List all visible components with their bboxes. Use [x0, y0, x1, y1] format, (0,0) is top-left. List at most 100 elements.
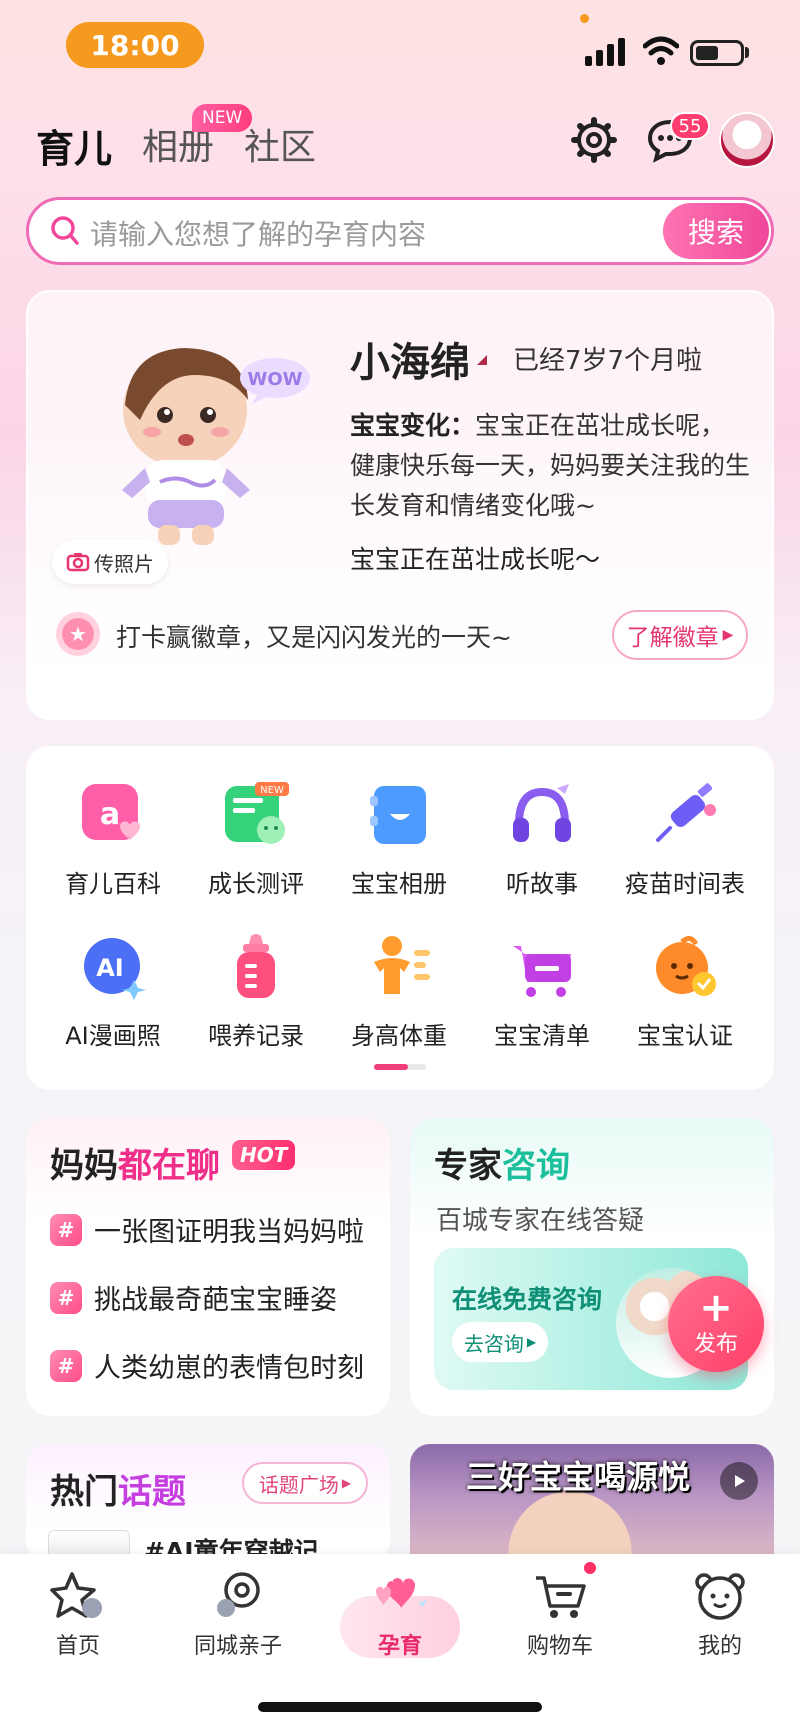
chat-topic-item[interactable]: # 挑战最奇葩宝宝睡姿 — [50, 1278, 337, 1317]
play-button[interactable] — [720, 1462, 758, 1500]
expert-subtitle: 百城专家在线答疑 — [436, 1206, 645, 1236]
topic-square-button[interactable]: 话题广场 ▶ — [242, 1462, 368, 1504]
privacy-indicator-dot — [580, 14, 589, 23]
mama-chat-title: 妈妈都在聊 — [50, 1146, 220, 1186]
feature-vaccine-schedule[interactable]: 疫苗时间表 — [615, 780, 755, 899]
message-count-badge: 55 — [670, 112, 710, 140]
nav-label: 我的 — [697, 1634, 742, 1659]
baby-status-text: 宝宝正在茁壮成长呢～ — [350, 545, 601, 574]
user-avatar[interactable] — [719, 112, 775, 168]
encyclopedia-icon: a — [82, 784, 140, 840]
chat-topic-item[interactable]: # 一张图证明我当妈妈啦 — [50, 1210, 364, 1249]
feature-baby-list[interactable]: 宝宝清单 — [472, 932, 612, 1051]
tab-parenting[interactable]: 育儿 — [36, 118, 112, 173]
headphones-icon — [513, 784, 571, 842]
baby-change-text: 宝宝变化：宝宝正在茁壮成长呢，健康快乐每一天，妈妈要关注我的生长发育和情绪变化哦… — [350, 406, 750, 526]
growth-assessment-icon: NEW — [225, 782, 289, 844]
home-star-icon — [50, 1572, 102, 1618]
publish-label: 发布 — [693, 1332, 738, 1357]
play-icon — [735, 1475, 745, 1487]
grid-page-indicator — [374, 1064, 426, 1070]
feature-listen-story[interactable]: 听故事 — [472, 780, 612, 899]
nav-mine[interactable]: 我的 — [660, 1568, 780, 1660]
feature-baby-verify[interactable]: 宝宝认证 — [615, 932, 755, 1051]
feature-height-weight[interactable]: 身高体重 — [329, 932, 469, 1051]
video-title: 三好宝宝喝源悦 — [466, 1458, 691, 1496]
location-icon — [217, 1572, 260, 1617]
cart-icon — [536, 1576, 586, 1618]
nav-cart[interactable]: 购物车 — [500, 1568, 620, 1660]
nav-parenting[interactable]: 孕育 — [340, 1568, 460, 1660]
nav-label: 购物车 — [526, 1634, 593, 1659]
feature-label: 宝宝清单 — [494, 1022, 590, 1050]
upload-photo-label: 传照片 — [94, 551, 154, 576]
hot-topics-title: 热门话题 — [50, 1472, 186, 1512]
learn-badge-label: 了解徽章 — [626, 625, 719, 651]
nav-home[interactable]: 首页 — [18, 1568, 138, 1660]
nav-local-family[interactable]: 同城亲子 — [178, 1568, 298, 1660]
wow-text: WOW — [247, 369, 302, 390]
baby-bottle-icon — [237, 934, 275, 998]
vaccine-syringe-icon — [656, 783, 716, 842]
home-indicator[interactable] — [258, 1702, 542, 1712]
wow-bubble: WOW — [240, 358, 310, 404]
chevron-right-icon: ▶ — [526, 1335, 537, 1349]
camera-icon — [66, 553, 90, 572]
search-input[interactable]: 请输入您想了解的孕育内容 — [90, 213, 426, 253]
feature-growth-assessment[interactable]: NEW 成长测评 — [186, 780, 326, 899]
baby-age: 已经7岁7个月啦 — [513, 346, 703, 376]
cellular-signal-icon — [585, 38, 625, 66]
feature-label: 疫苗时间表 — [625, 870, 745, 898]
feature-baby-album[interactable]: 宝宝相册 — [329, 780, 469, 899]
hashtag-icon: # — [50, 1349, 82, 1382]
learn-badge-button[interactable]: 了解徽章 ▶ — [612, 610, 748, 660]
bear-face-icon — [695, 1573, 745, 1620]
feature-label: 育儿百科 — [65, 870, 161, 898]
gender-marker-icon — [477, 355, 487, 365]
hearts-icon — [376, 1578, 427, 1608]
feature-encyclopedia[interactable]: a 育儿百科 — [43, 780, 183, 899]
baby-name: 小海绵 — [350, 340, 470, 386]
hashtag-icon: # — [50, 1213, 82, 1246]
medal-icon: ★ — [56, 612, 100, 656]
feature-label: 身高体重 — [351, 1022, 447, 1050]
checkin-text: 打卡赢徽章，又是闪闪发光的一天~ — [116, 623, 512, 652]
nav-label: 同城亲子 — [193, 1634, 282, 1659]
svg-text:a: a — [100, 797, 120, 832]
battery-tip — [745, 47, 749, 58]
feature-label: AI漫画照 — [65, 1022, 161, 1050]
svg-text:AI: AI — [96, 954, 124, 982]
hashtag-icon: # — [50, 1281, 82, 1314]
album-icon — [370, 786, 426, 844]
search-button[interactable]: 搜索 — [663, 203, 769, 259]
expert-title: 专家咨询 — [434, 1146, 570, 1186]
baby-change-label: 宝宝变化： — [350, 411, 476, 440]
go-consult-button[interactable]: 去咨询 ▶ — [452, 1322, 548, 1362]
height-weight-icon — [374, 936, 430, 994]
feature-ai-comic[interactable]: AI AI漫画照 — [43, 932, 183, 1051]
feature-label: 宝宝相册 — [351, 870, 447, 898]
baby-verify-icon — [656, 936, 716, 996]
settings-gear-icon[interactable] — [570, 116, 618, 164]
tab-community[interactable]: 社区 — [244, 118, 316, 170]
wifi-icon — [643, 36, 679, 65]
chat-topic-item[interactable]: # 人类幼崽的表情包时刻 — [50, 1346, 364, 1385]
hot-badge: HOT — [232, 1140, 296, 1170]
shopping-cart-icon — [513, 946, 571, 997]
feature-feeding-record[interactable]: 喂养记录 — [186, 932, 326, 1051]
free-consult-text: 在线免费咨询 — [452, 1285, 603, 1314]
plus-icon: + — [699, 1285, 733, 1331]
feature-label: 喂养记录 — [208, 1022, 304, 1050]
nav-label: 孕育 — [377, 1634, 422, 1659]
feature-new-badge: NEW — [260, 785, 284, 796]
publish-button[interactable]: + 发布 — [668, 1276, 764, 1372]
status-time: 18:00 — [66, 22, 204, 68]
feature-label: 宝宝认证 — [637, 1022, 733, 1050]
ai-comic-icon: AI — [84, 938, 146, 1000]
chevron-right-icon: ▶ — [722, 627, 734, 643]
upload-photo-button[interactable]: 传照片 — [52, 540, 168, 584]
chevron-right-icon: ▶ — [341, 1476, 352, 1490]
battery-icon — [690, 40, 744, 66]
search-icon — [51, 216, 79, 245]
nav-label: 首页 — [55, 1634, 100, 1659]
